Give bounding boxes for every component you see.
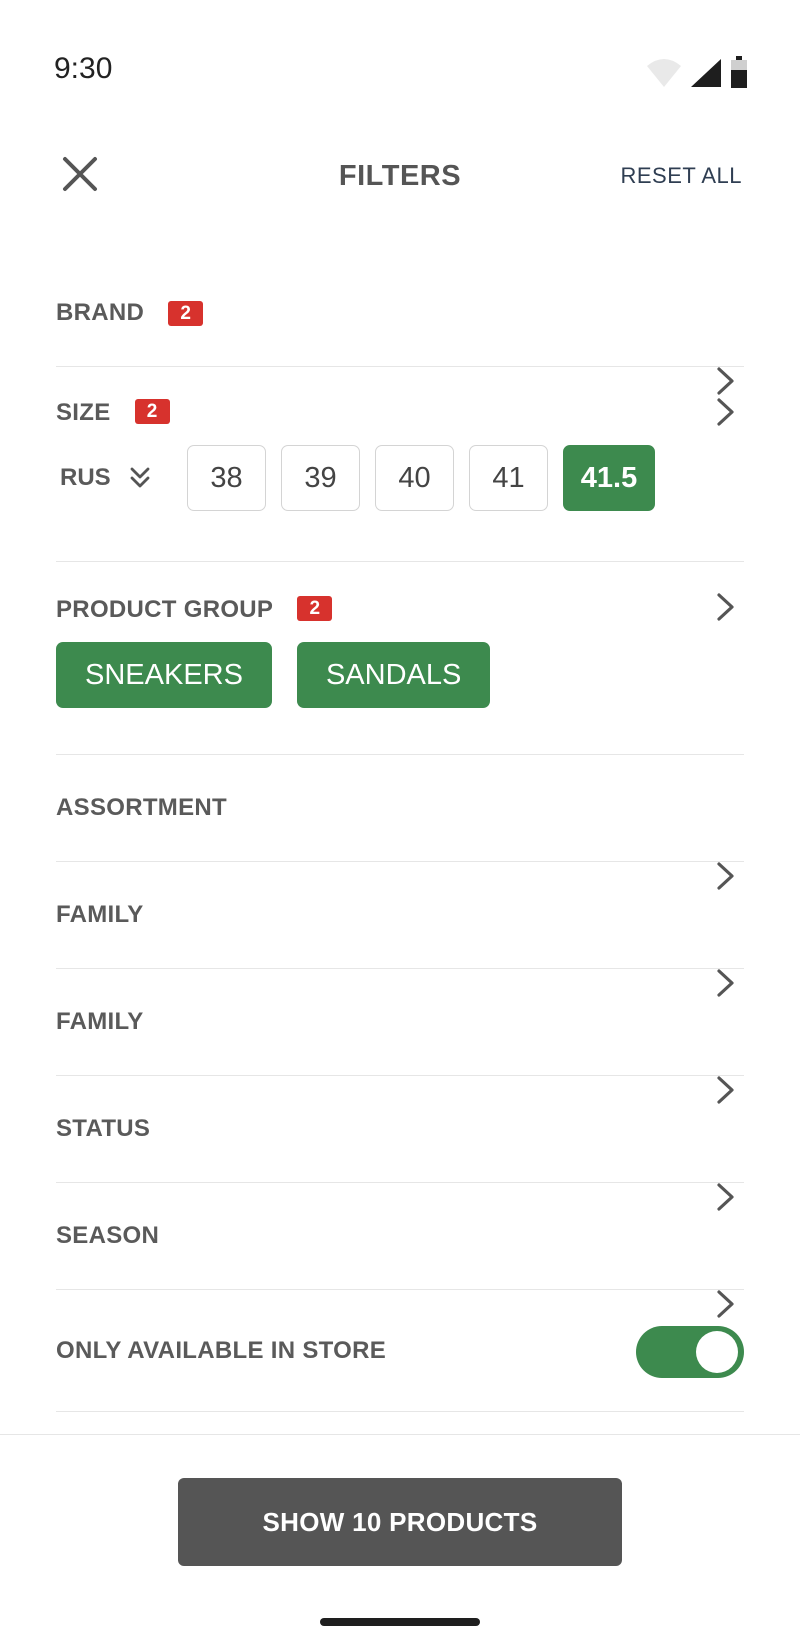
filter-row-brand[interactable]: BRAND 2: [56, 260, 744, 395]
size-chip-41-5[interactable]: 41.5: [563, 445, 655, 511]
filters-header: FILTERS RESET ALL: [0, 130, 800, 220]
bottom-bar: SHOW 10 PRODUCTS: [0, 1434, 800, 1644]
filter-row-family-2[interactable]: FAMILY: [56, 969, 744, 1104]
size-chip-38[interactable]: 38: [187, 445, 266, 511]
chip-sneakers[interactable]: SNEAKERS: [56, 642, 272, 708]
filter-row-only-available: ONLY AVAILABLE IN STORE: [56, 1290, 744, 1412]
only-available-toggle[interactable]: [636, 1326, 744, 1378]
home-indicator: [320, 1618, 480, 1626]
battery-icon: [731, 56, 747, 88]
size-unit-label: RUS: [60, 464, 111, 491]
filter-list: BRAND 2 SIZE 2 RUS 38 39 40 41 41.5 PROD…: [56, 260, 744, 1412]
toggle-knob: [696, 1331, 738, 1373]
filter-label: STATUS: [56, 1115, 151, 1142]
chevron-double-down-icon: [130, 467, 150, 488]
filter-row-status[interactable]: STATUS: [56, 1076, 744, 1211]
cell-signal-icon: [691, 59, 721, 87]
filter-row-product-group: PRODUCT GROUP 2 SNEAKERS SANDALS: [56, 562, 744, 755]
size-unit-selector[interactable]: RUS: [60, 464, 187, 492]
filter-label: SEASON: [56, 1222, 160, 1249]
filter-label: PRODUCT GROUP: [56, 596, 274, 623]
chevron-right-icon[interactable]: [712, 397, 738, 427]
count-badge: 2: [168, 300, 204, 326]
filter-label: SIZE: [56, 399, 111, 426]
filter-row-season[interactable]: SEASON: [56, 1183, 744, 1318]
filter-label: FAMILY: [56, 901, 144, 928]
filter-row-size: SIZE 2 RUS 38 39 40 41 41.5: [56, 367, 744, 562]
filter-row-assortment[interactable]: ASSORTMENT: [56, 755, 744, 890]
filter-label: FAMILY: [56, 1008, 144, 1035]
filter-label: BRAND: [56, 299, 145, 326]
filter-label: ONLY AVAILABLE IN STORE: [56, 1337, 387, 1364]
count-badge: 2: [134, 399, 170, 424]
wifi-icon: [647, 59, 681, 87]
size-chip-39[interactable]: 39: [281, 445, 360, 511]
filter-row-family[interactable]: FAMILY: [56, 862, 744, 997]
reset-all-button[interactable]: RESET ALL: [621, 163, 743, 189]
chip-sandals[interactable]: SANDALS: [296, 642, 491, 708]
product-group-chips: SNEAKERS SANDALS: [56, 642, 491, 708]
chevron-right-icon[interactable]: [712, 592, 738, 622]
filter-label: ASSORTMENT: [56, 794, 227, 821]
size-controls: RUS 38 39 40 41 41.5: [60, 445, 670, 511]
show-products-button[interactable]: SHOW 10 PRODUCTS: [178, 1478, 622, 1566]
status-time: 9:30: [54, 52, 113, 85]
status-bar: 9:30: [0, 0, 800, 120]
status-icons: [646, 56, 748, 88]
size-chip-41[interactable]: 41: [469, 445, 548, 511]
size-chip-40[interactable]: 40: [375, 445, 454, 511]
count-badge: 2: [297, 596, 333, 621]
